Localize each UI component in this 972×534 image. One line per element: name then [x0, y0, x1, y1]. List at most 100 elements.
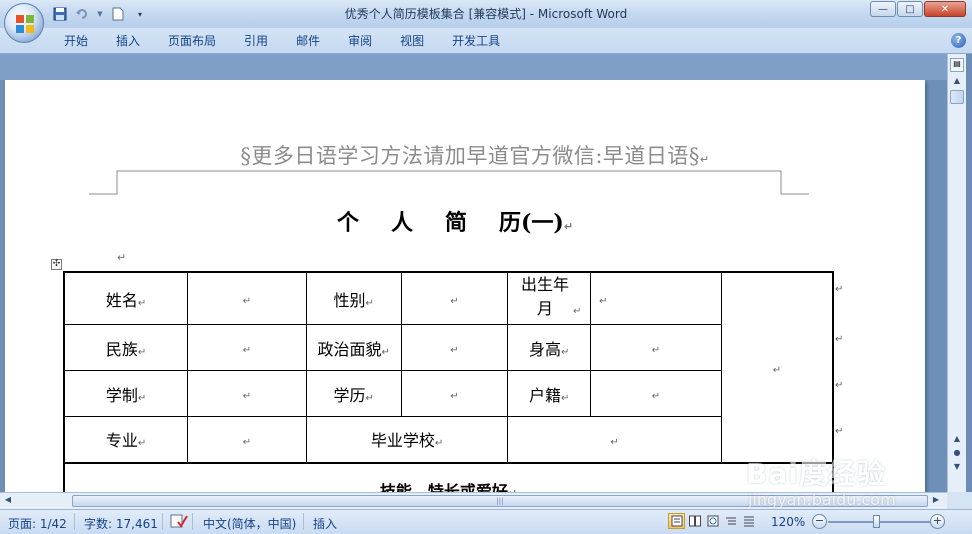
outline-view-icon[interactable] — [722, 513, 739, 529]
gender-field[interactable]: ↵ — [400, 271, 509, 325]
row-end-mark: ↵ — [835, 284, 844, 295]
vertical-scroll-thumb[interactable] — [950, 90, 964, 104]
print-layout-view-icon[interactable] — [668, 513, 685, 529]
tab-home[interactable]: 开始 — [50, 32, 102, 50]
office-button[interactable] — [4, 3, 44, 43]
table-row: 专业↵ ↵ 毕业学校↵ ↵ — [63, 416, 833, 463]
tab-insert[interactable]: 插入 — [102, 32, 154, 50]
tab-page-layout[interactable]: 页面布局 — [154, 32, 230, 50]
label-cell: 学历↵ — [305, 370, 402, 417]
tab-developer[interactable]: 开发工具 — [438, 32, 514, 50]
scrollbar-corner — [947, 492, 972, 509]
title-char: 人 — [390, 210, 413, 236]
skills-heading: 技能、特长或爱好 — [379, 482, 508, 492]
baidu-jingyan-watermark: Bai度经验 jingyan.baidu.com — [746, 452, 926, 510]
close-button[interactable]: ✕ — [924, 1, 966, 17]
zoom-out-button[interactable]: − — [812, 514, 827, 529]
header-border-line — [89, 170, 809, 195]
photo-cell[interactable]: ↵ — [720, 271, 834, 463]
program-length-field[interactable]: ↵ — [187, 370, 307, 417]
height-field[interactable]: ↵ — [590, 324, 722, 371]
tab-view[interactable]: 视图 — [386, 32, 438, 50]
row-end-mark: ↵ — [835, 334, 844, 345]
maximize-button[interactable]: □ — [897, 1, 923, 17]
title-char: 历(一) — [499, 210, 564, 236]
ribbon: 开始 插入 页面布局 引用 邮件 审阅 视图 开发工具 ? — [0, 28, 972, 54]
table-move-handle-icon[interactable]: ✣ — [51, 259, 62, 270]
paragraph-mark: ↵ — [563, 220, 574, 233]
previous-page-icon[interactable]: ▲ — [951, 434, 963, 446]
label-cell: 户籍↵ — [507, 370, 592, 417]
ethnicity-field[interactable]: ↵ — [187, 324, 307, 371]
zoom-level[interactable]: 120% — [771, 515, 805, 529]
divider — [303, 513, 304, 530]
label-cell: 出生年月 ↵ — [507, 271, 592, 325]
web-layout-view-icon[interactable] — [704, 513, 721, 529]
document-title: 个 人 简 历(一)↵ — [5, 205, 905, 237]
zoom-in-button[interactable]: + — [930, 514, 945, 529]
label-cell: 性别↵ — [305, 271, 402, 325]
tab-review[interactable]: 审阅 — [334, 32, 386, 50]
label-cell: 民族↵ — [63, 324, 189, 371]
browse-object-icon[interactable]: ● — [951, 448, 963, 460]
tab-references[interactable]: 引用 — [230, 32, 282, 50]
title-char: 个 — [336, 210, 359, 236]
title-bar: ▼ ▾ 优秀个人简历模板集合 [兼容模式] - Microsoft Word —… — [0, 0, 972, 28]
table-row: 民族↵ ↵ 政治面貌↵ ↵ 身高↵ ↵ — [63, 324, 833, 371]
watermark-url: jingyan.baidu.com — [748, 490, 896, 509]
divider — [162, 513, 163, 530]
graduation-school-field[interactable]: ↵ — [507, 416, 722, 463]
paragraph-mark: ↵ — [117, 251, 127, 264]
major-field[interactable]: ↵ — [187, 416, 307, 463]
minimize-button[interactable]: — — [870, 1, 896, 17]
label-cell: 专业↵ — [63, 416, 189, 463]
label-cell: 学制↵ — [63, 370, 189, 417]
vertical-scrollbar[interactable]: ▤ ▲ ▲ ● ▼ — [947, 54, 966, 492]
window-controls: — □ ✕ — [870, 1, 966, 17]
word-count[interactable]: 字数: 17,461 — [84, 515, 158, 532]
title-char: 简 — [444, 210, 467, 236]
next-page-icon[interactable]: ▼ — [951, 462, 963, 474]
insert-mode-indicator[interactable]: 插入 — [313, 515, 337, 532]
header-text-content: §更多日语学习方法请加早道官方微信:早道日语§ — [240, 144, 700, 168]
tab-mailings[interactable]: 邮件 — [282, 32, 334, 50]
row-end-mark: ↵ — [835, 426, 844, 437]
proofing-icon[interactable] — [170, 513, 188, 532]
help-button[interactable]: ? — [951, 33, 966, 48]
row-end-mark: ↵ — [835, 380, 844, 391]
page-header-text: §更多日语学习方法请加早道官方微信:早道日语§↵ — [65, 140, 885, 170]
ribbon-collapsed-band — [0, 54, 947, 80]
birth-field[interactable]: ↵ — [590, 271, 722, 325]
table-row: 姓名↵ ↵ 性别↵ ↵ 出生年月 ↵ ↵ ↵ — [63, 271, 834, 463]
education-field[interactable]: ↵ — [400, 370, 509, 417]
skills-heading-row: 技能、特长或爱好↵ — [63, 462, 834, 492]
draft-view-icon[interactable] — [740, 513, 757, 529]
label-cell: 姓名↵ — [63, 271, 189, 325]
zoom-slider-thumb[interactable] — [873, 515, 880, 528]
label-cell: 政治面貌↵ — [305, 324, 402, 371]
label-cell: 毕业学校↵ — [305, 416, 509, 463]
political-status-field[interactable]: ↵ — [400, 324, 509, 371]
watermark-logo: Bai度经验 — [746, 457, 886, 490]
view-buttons — [668, 513, 757, 529]
name-field[interactable]: ↵ — [187, 271, 307, 325]
scroll-right-icon[interactable]: ▶ — [930, 495, 942, 507]
ribbon-tabs: 开始 插入 页面布局 引用 邮件 审阅 视图 开发工具 — [50, 32, 514, 50]
language-indicator[interactable]: 中文(简体，中国) — [203, 515, 296, 532]
table-row: 学制↵ ↵ 学历↵ ↵ 户籍↵ ↵ — [63, 370, 833, 417]
window-title: 优秀个人简历模板集合 [兼容模式] - Microsoft Word — [344, 7, 628, 21]
divider — [192, 513, 193, 530]
scroll-up-icon[interactable]: ▲ — [950, 76, 964, 88]
zoom-slider-track[interactable] — [828, 521, 932, 523]
full-screen-reading-view-icon[interactable] — [686, 513, 703, 529]
paragraph-mark: ↵ — [699, 153, 710, 166]
ruler-toggle-icon[interactable]: ▤ — [950, 58, 964, 72]
status-bar: 页面: 1/42 字数: 17,461 中文(简体，中国) 插入 120% − … — [0, 509, 972, 534]
document-page[interactable]: §更多日语学习方法请加早道官方微信:早道日语§↵ 个人简历(一)↵ ✣ ↵ 姓名… — [5, 80, 925, 492]
divider — [74, 513, 75, 530]
scroll-left-icon[interactable]: ◀ — [2, 495, 14, 507]
household-registration-field[interactable]: ↵ — [590, 370, 722, 417]
page-counter[interactable]: 页面: 1/42 — [8, 515, 67, 532]
office-logo-icon — [16, 15, 34, 33]
label-cell: 身高↵ — [507, 324, 592, 371]
